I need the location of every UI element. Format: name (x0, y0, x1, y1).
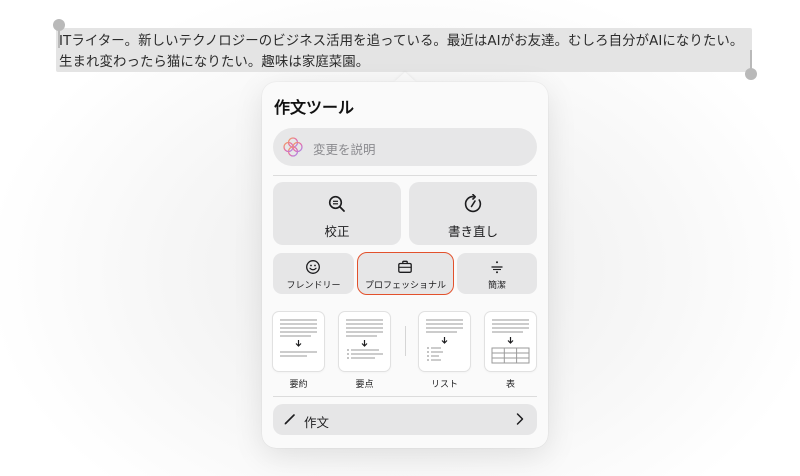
key-points-button[interactable] (339, 312, 390, 371)
list-button[interactable] (419, 312, 470, 371)
summary-button[interactable] (273, 312, 324, 371)
divider (273, 396, 537, 397)
format-separator (405, 326, 406, 356)
summary-label: 要約 (289, 380, 308, 390)
tone-professional-button[interactable]: プロフェッショナル (357, 252, 454, 295)
selected-paragraph[interactable]: ITライター。新しいテクノロジーのビジネス活用を追っている。最近はAIがお友達。… (59, 31, 753, 73)
pencil-icon (284, 414, 295, 425)
tone-concise-button[interactable]: 簡潔 (457, 253, 537, 294)
selection-start-handle[interactable] (53, 19, 65, 31)
writing-tools-panel: 作文ツール 変更を説明 校正 書き直し フレンドリー プロフェッショナル 簡潔 … (262, 82, 548, 448)
list-label: リスト (430, 380, 458, 390)
chevron-right-icon (516, 413, 524, 425)
rewrite-circle-arrow-icon (464, 194, 482, 213)
divider (273, 175, 537, 176)
table-doc-icon (491, 319, 530, 364)
describe-change-input[interactable]: 変更を説明 (273, 128, 537, 166)
proofread-button[interactable]: 校正 (273, 182, 401, 245)
tone-friendly-button[interactable]: フレンドリー (273, 253, 354, 294)
key-points-label: 要点 (355, 380, 374, 390)
compose-label: 作文 (304, 415, 330, 430)
table-label: 表 (505, 380, 515, 390)
table-button[interactable] (485, 312, 536, 371)
briefcase-icon (398, 260, 412, 273)
proofread-label: 校正 (324, 224, 350, 239)
bullets-doc-icon (346, 319, 383, 359)
panel-title: 作文ツール (274, 98, 355, 117)
tone-professional-label: プロフェッショナル (364, 281, 446, 291)
list-doc-icon (426, 319, 463, 361)
summary-doc-icon (280, 319, 317, 357)
divide-icon (491, 261, 503, 274)
magnifier-icon (328, 195, 345, 212)
smiley-icon (306, 260, 320, 274)
apple-intelligence-icon (283, 137, 303, 157)
rewrite-label: 書き直し (447, 224, 498, 239)
tone-concise-label: 簡潔 (487, 281, 506, 291)
tone-friendly-label: フレンドリー (286, 281, 341, 291)
compose-button[interactable]: 作文 (273, 404, 537, 435)
rewrite-button[interactable]: 書き直し (409, 182, 537, 245)
popover-arrow (394, 72, 416, 82)
describe-change-placeholder: 変更を説明 (313, 142, 376, 157)
